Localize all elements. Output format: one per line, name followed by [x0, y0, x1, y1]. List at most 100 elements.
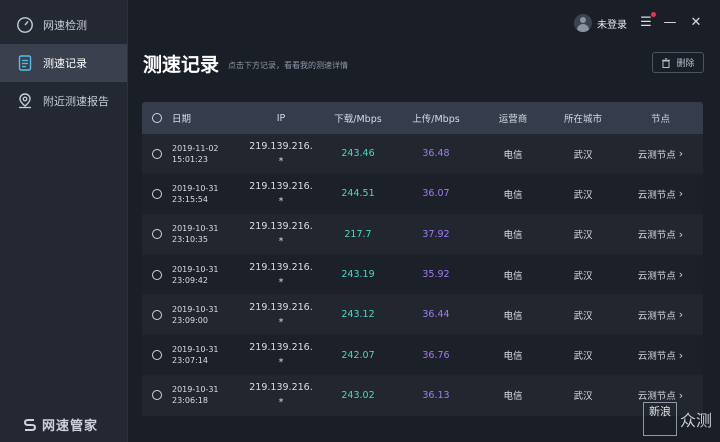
chevron-right-icon: › — [678, 348, 684, 362]
row-ip-prefix: 219.139.216. — [249, 221, 313, 233]
row-node: 云测节点 — [637, 310, 676, 322]
row-radio[interactable] — [142, 188, 172, 199]
row-isp: 电信 — [503, 270, 523, 282]
trash-icon — [662, 57, 671, 68]
row-upload: 36.48 — [422, 148, 450, 160]
table-row[interactable]: 2019-10-31 23:07:14 219.139.216. * 242.07 36.… — [142, 335, 703, 376]
row-time: 23:07:14 — [172, 356, 208, 366]
row-city: 武汉 — [573, 189, 593, 201]
menu-button[interactable]: ☰ — [638, 12, 656, 30]
row-time: 23:09:00 — [172, 315, 208, 325]
row-time: 23:10:35 — [172, 235, 208, 245]
column-header-download: 下载/Mbps — [334, 114, 382, 125]
row-node: 云测节点 — [637, 391, 676, 403]
column-header-upload: 上传/Mbps — [412, 114, 460, 125]
table-body: 2019-11-02 15:01:23 219.139.216. * 243.46 36.… — [142, 134, 703, 417]
delete-button[interactable]: 删除 — [652, 52, 704, 73]
row-ip-mask: * — [278, 357, 284, 369]
row-node-link[interactable]: 云测节点 › — [618, 268, 703, 282]
row-ip-mask: * — [278, 236, 284, 248]
table-row[interactable]: 2019-10-31 23:10:35 219.139.216. * 217.7 37.9… — [142, 214, 703, 255]
row-radio[interactable] — [142, 309, 172, 320]
table-row[interactable]: 2019-10-31 23:06:18 219.139.216. * 243.02 36.… — [142, 375, 703, 417]
row-date: 2019-10-31 — [172, 385, 219, 395]
row-ip: 219.139.216. * — [240, 179, 322, 209]
row-city: 武汉 — [573, 391, 593, 403]
row-datetime: 2019-10-31 23:10:35 — [172, 223, 240, 245]
row-node-link[interactable]: 云测节点 › — [618, 147, 703, 161]
row-download: 243.12 — [341, 309, 375, 321]
row-ip-mask: * — [278, 195, 284, 207]
sidebar-item-nearby-report[interactable]: 附近测速报告 — [0, 82, 127, 120]
row-ip-prefix: 219.139.216. — [249, 342, 313, 354]
sidebar-item-label: 网速检测 — [43, 19, 87, 32]
table-row[interactable]: 2019-10-31 23:09:42 219.139.216. * 243.19 35.… — [142, 254, 703, 296]
select-all-radio[interactable] — [142, 113, 172, 123]
row-datetime: 2019-10-31 23:09:42 — [172, 264, 240, 286]
row-time: 15:01:23 — [172, 154, 208, 164]
radio-icon — [152, 309, 162, 320]
row-ip-prefix: 219.139.216. — [249, 140, 313, 152]
chevron-right-icon: › — [678, 308, 684, 322]
row-radio[interactable] — [142, 229, 172, 240]
row-node: 云测节点 — [637, 189, 676, 201]
chevron-right-icon: › — [678, 187, 684, 201]
row-node-link[interactable]: 云测节点 › — [618, 187, 703, 201]
user-login[interactable]: 未登录 — [574, 14, 627, 32]
minimize-icon: — — [663, 14, 677, 30]
chevron-right-icon: › — [678, 388, 684, 402]
row-ip: 219.139.216. * — [240, 380, 322, 410]
delete-label: 删除 — [676, 59, 695, 69]
sidebar-item-speed-records[interactable]: 测速记录 — [0, 44, 127, 82]
watermark-text: 众测 — [679, 411, 712, 430]
row-date: 2019-10-31 — [172, 304, 219, 314]
row-city: 武汉 — [573, 270, 593, 282]
row-ip: 219.139.216. * — [240, 340, 322, 370]
row-radio[interactable] — [142, 350, 172, 361]
row-ip: 219.139.216. * — [240, 260, 322, 290]
radio-icon — [152, 188, 162, 199]
brand-name: 网速管家 — [42, 419, 99, 434]
row-radio[interactable] — [142, 269, 172, 280]
row-isp: 电信 — [503, 230, 523, 242]
radio-icon — [152, 229, 162, 240]
row-download: 217.7 — [344, 228, 372, 240]
row-radio[interactable] — [142, 390, 172, 401]
row-node-link[interactable]: 云测节点 › — [618, 308, 703, 322]
row-datetime: 2019-10-31 23:06:18 — [172, 384, 240, 406]
row-time: 23:06:18 — [172, 396, 208, 406]
minimize-button[interactable]: — — [662, 14, 678, 30]
row-ip-mask: * — [278, 276, 284, 288]
table-row[interactable]: 2019-11-02 15:01:23 219.139.216. * 243.46 36.… — [142, 134, 703, 175]
row-upload: 36.07 — [422, 188, 450, 200]
row-download: 243.19 — [341, 269, 375, 281]
chevron-right-icon: › — [678, 227, 684, 241]
row-node: 云测节点 — [637, 270, 676, 282]
row-city: 武汉 — [573, 351, 593, 363]
row-upload: 36.76 — [422, 349, 450, 361]
brand-s-icon — [23, 418, 37, 431]
table-row[interactable]: 2019-10-31 23:15:54 219.139.216. * 244.51 36.… — [142, 174, 703, 215]
row-node-link[interactable]: 云测节点 › — [618, 388, 703, 403]
row-isp: 电信 — [503, 189, 523, 201]
row-city: 武汉 — [573, 310, 593, 322]
sidebar-item-speed-test[interactable]: 网速检测 — [0, 6, 127, 44]
row-isp: 电信 — [503, 310, 523, 322]
column-header-date: 日期 — [172, 114, 192, 125]
watermark: 新浪 众测 — [642, 402, 712, 436]
row-download: 243.46 — [341, 148, 375, 160]
row-node-link[interactable]: 云测节点 › — [618, 227, 703, 242]
row-ip-prefix: 219.139.216. — [249, 382, 313, 394]
row-node-link[interactable]: 云测节点 › — [618, 348, 703, 363]
row-isp: 电信 — [503, 351, 523, 363]
row-node: 云测节点 — [637, 230, 676, 242]
row-time: 23:09:42 — [172, 275, 208, 285]
row-radio[interactable] — [142, 148, 172, 159]
notification-dot — [651, 12, 656, 17]
avatar — [574, 14, 592, 32]
document-list-icon — [16, 54, 34, 72]
page-subtitle: 点击下方记录，看看我的测速详情 — [228, 61, 348, 70]
row-datetime: 2019-10-31 23:15:54 — [172, 183, 240, 205]
table-row[interactable]: 2019-10-31 23:09:00 219.139.216. * 243.12 36.… — [142, 295, 703, 336]
close-button[interactable]: ✕ — [688, 14, 704, 30]
